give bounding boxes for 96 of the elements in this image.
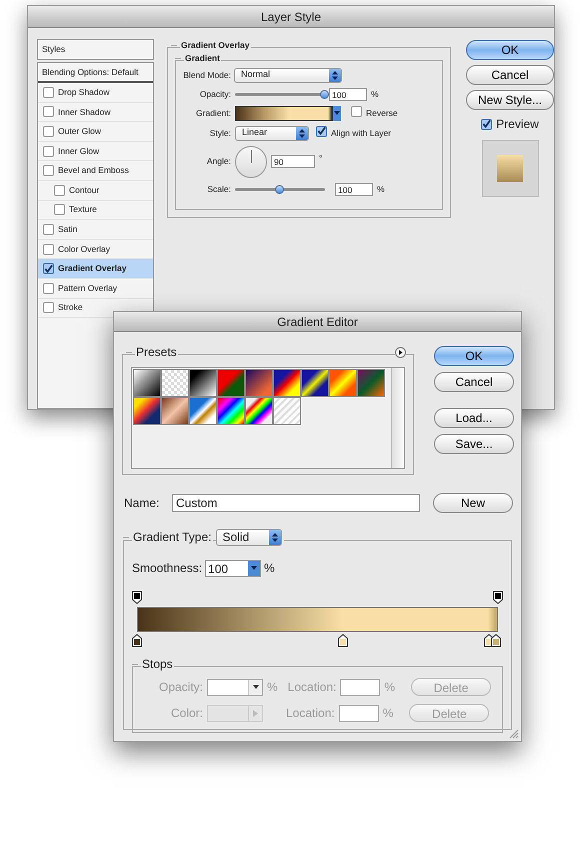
ok-button[interactable]: OK xyxy=(434,346,514,366)
gradient-swatch[interactable] xyxy=(161,369,189,397)
field-label: Blend Mode: xyxy=(182,68,231,82)
field-label: Smoothness: xyxy=(132,560,202,577)
checkbox[interactable] xyxy=(43,86,54,98)
dialog-button[interactable]: Cancel xyxy=(466,65,554,85)
gradient-swatch[interactable] xyxy=(301,369,329,397)
color-stop[interactable] xyxy=(491,634,502,647)
field-label: Opacity: xyxy=(158,679,203,696)
scale-field[interactable]: 100 xyxy=(335,182,373,196)
checkbox-label: Reverse xyxy=(366,106,398,120)
style-list-item[interactable]: Texture xyxy=(38,200,153,220)
unit-label: % xyxy=(371,88,379,100)
style-list-item[interactable]: Gradient Overlay xyxy=(38,259,153,279)
angle-field[interactable]: 90 xyxy=(271,155,315,168)
angle-dial[interactable] xyxy=(235,146,267,178)
checkbox-label: Align with Layer xyxy=(331,126,392,140)
window-title: Gradient Editor xyxy=(114,312,521,332)
slider-thumb[interactable] xyxy=(320,90,329,99)
gradient-preview[interactable] xyxy=(235,106,333,120)
field-label: Location: xyxy=(288,679,336,696)
style-list-item[interactable]: Inner Shadow xyxy=(38,102,153,122)
dialog-button[interactable]: Cancel xyxy=(434,372,514,392)
stepper-icon xyxy=(296,126,308,140)
field-label: Opacity: xyxy=(198,88,231,100)
style-select[interactable]: Linear xyxy=(235,126,309,140)
checkbox[interactable] xyxy=(43,146,54,157)
unit-label: % xyxy=(267,679,278,696)
checkbox[interactable] xyxy=(43,224,54,235)
field-label: Angle: xyxy=(206,155,231,168)
field-label: Color: xyxy=(170,705,203,722)
field-label: Scale: xyxy=(206,182,231,196)
smoothness-field[interactable]: 100 xyxy=(205,560,262,576)
color-stop[interactable] xyxy=(338,634,348,647)
opacity-field[interactable]: 100 xyxy=(329,88,367,100)
dialog-button[interactable]: Save... xyxy=(434,434,514,454)
checkbox[interactable] xyxy=(351,106,362,117)
field-label: Location: xyxy=(286,705,335,722)
dialog-button[interactable]: New xyxy=(433,493,513,513)
gradient-swatch[interactable] xyxy=(245,397,273,425)
color-stop[interactable] xyxy=(132,634,142,647)
unit-label: % xyxy=(377,182,385,196)
stepper-icon xyxy=(268,530,280,544)
field-label: Gradient: xyxy=(195,106,231,120)
scrollbar[interactable] xyxy=(391,368,404,468)
gradient-swatch[interactable] xyxy=(273,397,301,425)
opacity-stop[interactable] xyxy=(493,591,503,604)
gradient-swatch[interactable] xyxy=(217,397,245,425)
checkbox[interactable] xyxy=(43,263,54,274)
scale-slider[interactable] xyxy=(235,184,325,194)
checkbox[interactable] xyxy=(54,204,65,216)
dialog-button[interactable]: New Style... xyxy=(466,90,554,110)
checkbox[interactable] xyxy=(43,282,54,294)
gradient-swatch[interactable] xyxy=(217,369,245,397)
unit-label: % xyxy=(382,705,394,722)
checkbox[interactable] xyxy=(43,126,54,137)
opacity-stop[interactable] xyxy=(132,591,142,604)
window-title: Layer Style xyxy=(28,6,554,28)
checkbox-label: Preview xyxy=(496,116,539,133)
section-title: Gradient Overlay xyxy=(180,39,251,52)
field-label: Name: xyxy=(124,495,160,512)
unit-label: % xyxy=(264,560,275,577)
stepper-icon xyxy=(329,68,341,82)
field-label: Style: xyxy=(208,126,231,140)
stop-color-swatch[interactable] xyxy=(207,704,263,722)
checkbox[interactable] xyxy=(43,302,54,314)
dialog-button[interactable]: Load... xyxy=(434,408,514,428)
stop-opacity-field[interactable] xyxy=(207,678,263,696)
name-field[interactable]: Custom xyxy=(172,494,420,512)
gradient-swatch[interactable] xyxy=(245,369,273,397)
unit-label: ° xyxy=(319,152,322,164)
gradient-swatch[interactable] xyxy=(189,369,217,397)
location-field[interactable] xyxy=(340,678,380,696)
gradient-swatch[interactable] xyxy=(189,397,217,425)
checkbox[interactable] xyxy=(481,118,492,130)
unit-label: % xyxy=(384,679,396,696)
styles-header[interactable]: Styles xyxy=(37,39,154,60)
checkbox[interactable] xyxy=(43,106,54,118)
checkbox[interactable] xyxy=(316,126,327,137)
gradient-type-select[interactable]: Solid xyxy=(216,528,282,546)
resize-grip-icon[interactable] xyxy=(509,729,519,739)
location-field[interactable] xyxy=(338,704,379,722)
checkbox[interactable] xyxy=(43,165,54,176)
blend-mode-select[interactable]: Normal xyxy=(234,68,342,82)
group-title: Gradient xyxy=(184,52,221,64)
gradient-swatch[interactable] xyxy=(273,369,301,397)
slider-thumb[interactable] xyxy=(275,185,284,194)
checkbox[interactable] xyxy=(54,184,65,196)
gradient-swatch[interactable] xyxy=(133,397,161,425)
gradient-swatch[interactable] xyxy=(161,397,189,425)
gradient-swatch[interactable] xyxy=(133,369,161,397)
gradient-swatch[interactable] xyxy=(357,369,385,397)
ok-button[interactable]: OK xyxy=(466,40,554,60)
checkbox[interactable] xyxy=(43,244,54,255)
gradient-swatch[interactable] xyxy=(329,369,357,397)
preview-swatch xyxy=(497,155,523,182)
